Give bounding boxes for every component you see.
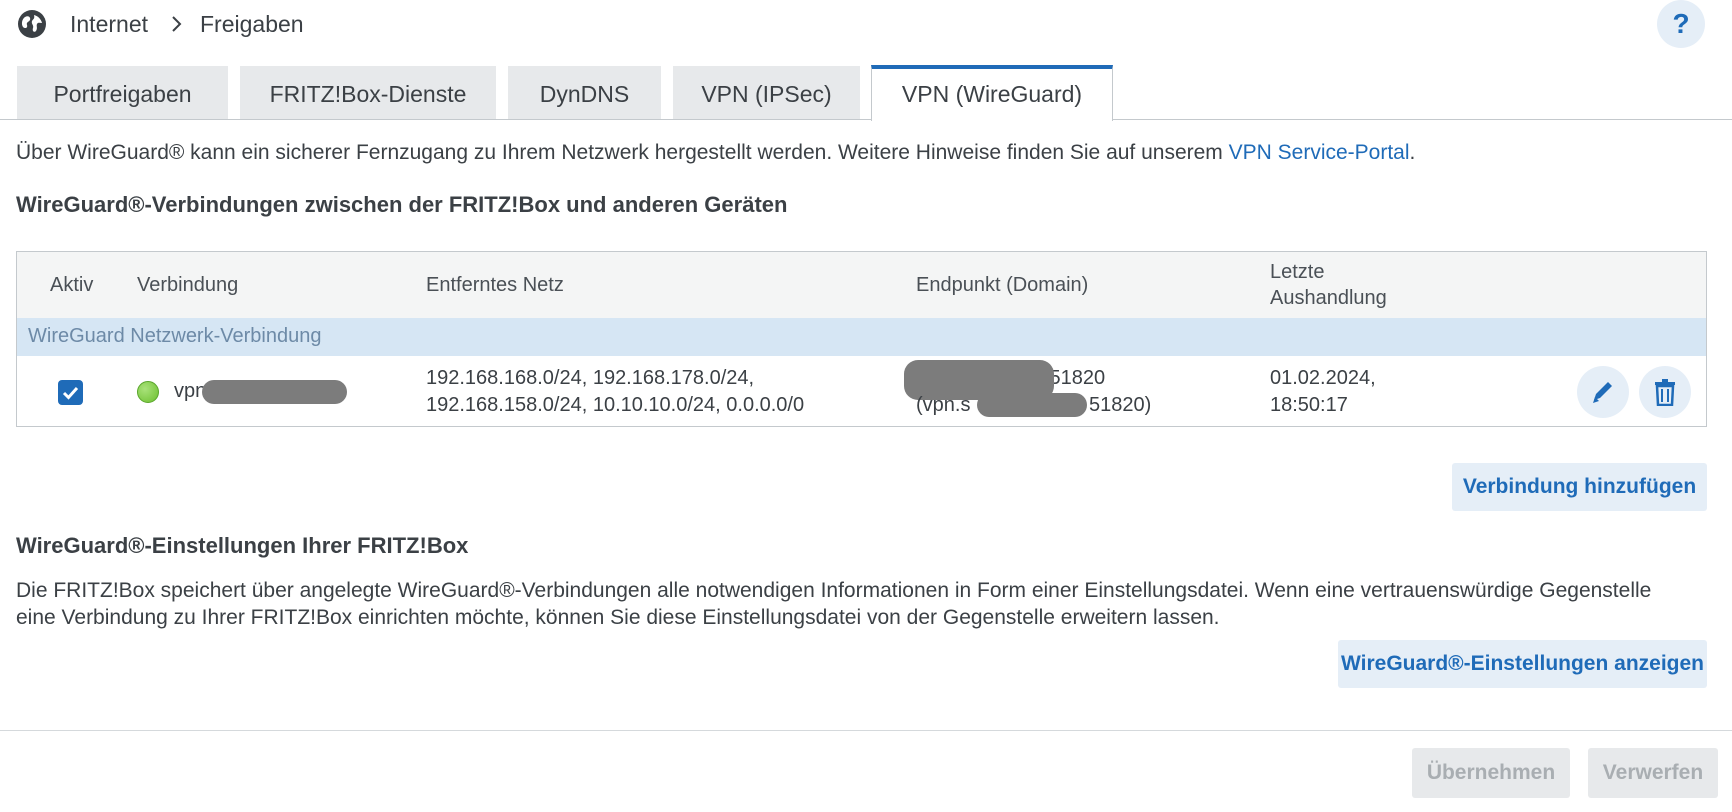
active-checkbox[interactable] xyxy=(58,380,83,405)
footer-divider xyxy=(0,730,1732,731)
col-letzte-aushandlung-2: Aushandlung xyxy=(1270,287,1387,309)
help-button[interactable]: ? xyxy=(1657,0,1705,48)
col-letzte-aushandlung-1: Letzte xyxy=(1270,261,1325,283)
breadcrumb-freigaben: Freigaben xyxy=(200,11,304,37)
settings-description: Die FRITZ!Box speichert über angelegte W… xyxy=(16,579,1652,629)
col-aktiv: Aktiv xyxy=(50,274,94,296)
connections-table: Aktiv Verbindung Entferntes Netz Endpunk… xyxy=(16,251,1707,427)
tab-dyndns[interactable]: DynDNS xyxy=(508,66,661,119)
remote-net-line2: 192.168.158.0/24, 10.10.10.0/24, 0.0.0.0… xyxy=(426,394,805,416)
discard-button[interactable]: Verwerfen xyxy=(1588,748,1718,798)
tab-portfreigaben[interactable]: Portfreigaben xyxy=(17,66,228,119)
pencil-icon xyxy=(1593,382,1612,403)
tab-vpn-ipsec[interactable]: VPN (IPSec) xyxy=(673,66,860,119)
status-dot xyxy=(137,381,159,403)
remote-net-line1: 192.168.168.0/24, 192.168.178.0/24, xyxy=(426,367,755,389)
col-endpunkt: Endpunkt (Domain) xyxy=(916,274,1089,296)
table-row: vpn 192.168.168.0/24, 192.168.178.0/24, … xyxy=(17,356,1706,427)
endpoint-line2-suffix: 51820) xyxy=(1089,394,1152,416)
col-entferntes-netz: Entferntes Netz xyxy=(426,274,564,296)
edit-button[interactable] xyxy=(1577,366,1629,418)
tab-fritzbox-dienste[interactable]: FRITZ!Box-Dienste xyxy=(240,66,496,119)
col-verbindung: Verbindung xyxy=(137,274,239,296)
delete-button[interactable] xyxy=(1639,366,1691,418)
redaction xyxy=(202,380,347,404)
group-label: WireGuard Netzwerk-Verbindung xyxy=(28,325,322,347)
header: Internet Freigaben ? xyxy=(0,0,1732,48)
chevron-right-icon xyxy=(172,16,182,32)
group-row: WireGuard Netzwerk-Verbindung xyxy=(17,318,1706,356)
endpoint-line2-prefix: (vpn.s xyxy=(916,394,971,416)
tab-vpn-wireguard[interactable]: VPN (WireGuard) xyxy=(871,65,1113,121)
show-settings-button[interactable]: WireGuard®-Einstellungen anzeigen xyxy=(1338,640,1707,688)
breadcrumb-internet[interactable]: Internet xyxy=(70,11,148,37)
connections-heading: WireGuard®-Verbindungen zwischen der FRI… xyxy=(16,192,788,217)
add-connection-button[interactable]: Verbindung hinzufügen xyxy=(1452,463,1707,511)
settings-heading: WireGuard®-Einstellungen Ihrer FRITZ!Box xyxy=(16,533,469,558)
globe-icon xyxy=(18,10,46,38)
redaction xyxy=(977,393,1087,417)
table-header: Aktiv Verbindung Entferntes Netz Endpunk… xyxy=(17,252,1706,318)
last-date: 01.02.2024, xyxy=(1270,367,1376,389)
vpn-service-portal-link[interactable]: VPN Service-Portal xyxy=(1229,141,1410,164)
trash-icon xyxy=(1655,379,1675,406)
intro-text: Über WireGuard® kann ein sicherer Fernzu… xyxy=(16,141,1416,164)
last-time: 18:50:17 xyxy=(1270,394,1348,416)
check-icon xyxy=(62,386,79,400)
apply-button[interactable]: Übernehmen xyxy=(1412,748,1570,798)
tabs-divider xyxy=(0,119,1732,120)
